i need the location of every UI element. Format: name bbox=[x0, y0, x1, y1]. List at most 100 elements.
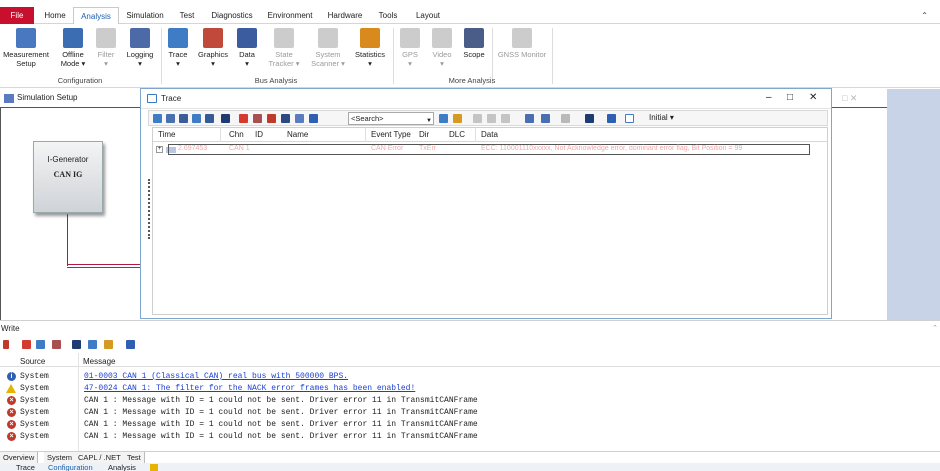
search-backward-icon[interactable] bbox=[453, 114, 462, 123]
data-button[interactable]: Data ▾ bbox=[235, 28, 259, 68]
list-item[interactable]: × System CAN 1 : Message with ID = 1 cou… bbox=[0, 395, 940, 407]
new-desktop-icon[interactable] bbox=[150, 464, 158, 471]
desktop-tab-configuration[interactable]: Configuration bbox=[48, 463, 93, 471]
row-message-link[interactable]: 47-0024 CAN 1: The filter for the NACK e… bbox=[84, 384, 415, 393]
filter-icon[interactable] bbox=[88, 340, 97, 349]
group-divider bbox=[552, 28, 553, 84]
column-dir[interactable]: Dir bbox=[419, 130, 429, 139]
minimize-button[interactable]: – bbox=[766, 92, 772, 103]
filter-trace-icon[interactable] bbox=[192, 114, 201, 123]
system-scanner-button[interactable]: System Scanner ▾ bbox=[308, 28, 348, 68]
pin-icon[interactable]: ⌃ bbox=[932, 324, 938, 332]
export-icon[interactable] bbox=[253, 114, 262, 123]
trace-button[interactable]: Trace ▾ bbox=[165, 28, 191, 68]
table-row[interactable]: + 2.697453 CAN 1 CAN Error TxErr ECC: 11… bbox=[153, 144, 827, 156]
tab-layout[interactable]: Layout bbox=[410, 7, 446, 24]
state-tracker-label-2: Tracker ▾ bbox=[268, 59, 300, 68]
maximize-button[interactable]: □ bbox=[787, 92, 793, 103]
chevron-down-icon[interactable]: ▼ bbox=[426, 116, 432, 127]
font-icon[interactable] bbox=[585, 114, 594, 123]
predefined-filter-icon[interactable] bbox=[295, 114, 304, 123]
list-item[interactable]: × System CAN 1 : Message with ID = 1 cou… bbox=[0, 419, 940, 431]
view-icon[interactable] bbox=[625, 114, 634, 123]
column-divider bbox=[220, 128, 221, 142]
arrow-left-icon[interactable] bbox=[473, 114, 482, 123]
column-source[interactable]: Source bbox=[20, 357, 45, 366]
layout-icon[interactable] bbox=[541, 114, 550, 123]
background-window-controls[interactable]: □ ✕ bbox=[842, 93, 857, 104]
state-tracker-button[interactable]: State Tracker ▾ bbox=[264, 28, 304, 68]
trace-titlebar[interactable]: Trace – □ ✕ bbox=[141, 89, 831, 109]
highlight-icon[interactable] bbox=[309, 114, 318, 123]
ribbon-collapse-icon[interactable]: ⌃ bbox=[921, 11, 928, 20]
pause-icon[interactable] bbox=[267, 114, 276, 123]
binoculars-icon[interactable] bbox=[72, 340, 81, 349]
copy-icon[interactable] bbox=[36, 340, 45, 349]
pause-icon[interactable] bbox=[3, 340, 9, 349]
tab-hardware[interactable]: Hardware bbox=[324, 7, 366, 24]
gps-button[interactable]: GPS ▾ bbox=[398, 28, 422, 68]
trace-icon bbox=[168, 28, 188, 48]
video-button[interactable]: Video ▾ bbox=[428, 28, 456, 68]
tab-file[interactable]: File bbox=[0, 7, 34, 24]
gps-label-1: GPS bbox=[402, 50, 418, 59]
search-input[interactable]: <Search> ▼ bbox=[348, 112, 434, 125]
search-forward-icon[interactable] bbox=[439, 114, 448, 123]
tab-tools[interactable]: Tools bbox=[374, 7, 402, 24]
splitter-grip[interactable] bbox=[148, 179, 151, 239]
clear-icon[interactable] bbox=[22, 340, 31, 349]
grid-icon[interactable] bbox=[561, 114, 570, 123]
tab-simulation[interactable]: Simulation bbox=[123, 7, 167, 24]
row-message-link[interactable]: 01-0003 CAN 1 (Classical CAN) real bus w… bbox=[84, 372, 348, 381]
initial-dropdown[interactable]: Initial ▾ bbox=[649, 113, 674, 122]
i-generator-node[interactable]: I-Generator CAN IG bbox=[33, 141, 103, 213]
expand-icon[interactable]: + bbox=[156, 146, 163, 153]
scope-button[interactable]: Scope bbox=[460, 28, 488, 59]
statistics-button[interactable]: Statistics ▾ bbox=[352, 28, 388, 68]
column-id[interactable]: ID bbox=[255, 130, 263, 139]
chronological-icon[interactable] bbox=[179, 114, 188, 123]
clear-icon[interactable] bbox=[239, 114, 248, 123]
tab-diagnostics[interactable]: Diagnostics bbox=[206, 7, 258, 24]
binoculars-icon[interactable] bbox=[221, 114, 230, 123]
export-icon[interactable] bbox=[52, 340, 61, 349]
column-data[interactable]: Data bbox=[481, 130, 498, 139]
simulation-setup-canvas[interactable] bbox=[0, 107, 142, 320]
list-item[interactable]: × System CAN 1 : Message with ID = 1 cou… bbox=[0, 431, 940, 443]
column-time[interactable]: Time bbox=[158, 130, 175, 139]
window-icon[interactable] bbox=[126, 340, 135, 349]
tab-environment[interactable]: Environment bbox=[264, 7, 316, 24]
tab-test[interactable]: Test bbox=[173, 7, 201, 24]
offline-mode-button[interactable]: Offline Mode ▾ bbox=[56, 28, 90, 68]
columns-icon[interactable] bbox=[525, 114, 534, 123]
sort-icon[interactable] bbox=[281, 114, 290, 123]
gnss-monitor-button[interactable]: GNSS Monitor bbox=[496, 28, 548, 59]
list-item[interactable]: i System 01-0003 CAN 1 (Classical CAN) r… bbox=[0, 371, 940, 383]
arrow-right-icon[interactable] bbox=[487, 114, 496, 123]
list-item[interactable]: × System CAN 1 : Message with ID = 1 cou… bbox=[0, 407, 940, 419]
measurement-setup-button[interactable]: Measurement Setup bbox=[3, 28, 49, 68]
filter-button[interactable]: Filter ▾ bbox=[93, 28, 119, 68]
tab-home[interactable]: Home bbox=[40, 7, 70, 24]
cell-data: ECC: 110001110xxxxx, Not Acknowledge err… bbox=[481, 145, 743, 152]
logging-label-2: ▾ bbox=[138, 59, 142, 68]
window-icon[interactable] bbox=[607, 114, 616, 123]
desktop-tab-trace[interactable]: Trace bbox=[16, 463, 35, 471]
marker-icon[interactable] bbox=[501, 114, 510, 123]
column-name[interactable]: Name bbox=[287, 130, 308, 139]
column-event-type[interactable]: Event Type bbox=[371, 130, 411, 139]
settings-icon[interactable] bbox=[104, 340, 113, 349]
column-dlc[interactable]: DLC bbox=[449, 130, 465, 139]
list-item[interactable]: System 47-0024 CAN 1: The filter for the… bbox=[0, 383, 940, 395]
column-message[interactable]: Message bbox=[83, 357, 115, 366]
fixed-position-icon[interactable] bbox=[166, 114, 175, 123]
column-chn[interactable]: Chn bbox=[229, 130, 244, 139]
trace-mode-icon[interactable] bbox=[153, 114, 162, 123]
error-icon: × bbox=[7, 408, 16, 417]
desktop-tab-analysis[interactable]: Analysis bbox=[108, 463, 136, 471]
tab-analysis[interactable]: Analysis bbox=[73, 7, 119, 25]
logging-button[interactable]: Logging ▾ bbox=[123, 28, 157, 68]
graphics-button[interactable]: Graphics ▾ bbox=[196, 28, 230, 68]
detail-view-icon[interactable] bbox=[205, 114, 214, 123]
close-button[interactable]: ✕ bbox=[809, 92, 817, 103]
